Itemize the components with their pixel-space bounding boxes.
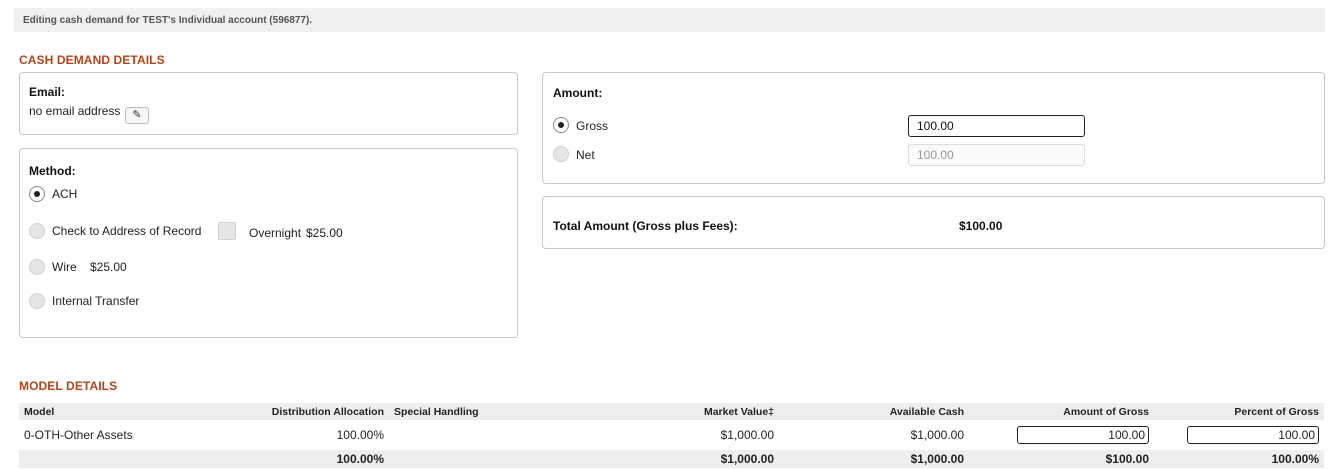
method-internal-transfer-label: Internal Transfer [52, 294, 140, 308]
edit-email-button[interactable]: ✎ [125, 107, 149, 124]
email-label: Email: [29, 85, 66, 99]
cell-market-value: $1,000.00 [720, 428, 774, 442]
table-row: 0-OTH-Other Assets 100.00% $1,000.00 $1,… [19, 420, 1324, 450]
col-header-percent-of-gross: Percent of Gross [1154, 403, 1324, 420]
overnight-checkbox[interactable] [218, 222, 236, 240]
total-available-cash: $1,000.00 [779, 450, 969, 468]
total-amount-card: Total Amount (Gross plus Fees): $100.00 [542, 196, 1325, 249]
total-amount-value: $100.00 [959, 219, 1003, 233]
total-allocation: 100.00% [189, 450, 389, 468]
col-header-model: Model [19, 403, 189, 420]
method-wire-label: Wire [52, 260, 77, 274]
model-details-table: Model Distribution Allocation Special Ha… [19, 403, 1324, 468]
email-value: no email address [29, 104, 121, 118]
cash-demand-section-title: CASH DEMAND DETAILS [19, 53, 165, 67]
col-header-market-value: Market Value‡ [579, 403, 779, 420]
gross-amount-input[interactable] [908, 115, 1085, 137]
pencil-icon: ✎ [132, 109, 142, 121]
method-label: Method: [29, 164, 76, 178]
method-internal-transfer-radio[interactable] [29, 293, 45, 309]
col-header-available-cash: Available Cash [779, 403, 969, 420]
method-ach-radio[interactable] [29, 186, 45, 202]
amount-gross-label: Gross [576, 119, 609, 133]
model-details-section-title: MODEL DETAILS [19, 379, 118, 393]
amount-net-label: Net [576, 148, 595, 162]
method-check-label: Check to Address of Record [52, 224, 202, 238]
overnight-label: Overnight [249, 226, 302, 240]
total-special-handling [389, 450, 579, 468]
method-card: Method: ACH Check to Address of Record O… [19, 148, 518, 338]
net-amount-input[interactable] [908, 144, 1085, 166]
col-header-distribution-allocation: Distribution Allocation [189, 403, 389, 420]
cell-available-cash: $1,000.00 [910, 428, 964, 442]
cell-model: 0-OTH-Other Assets [24, 428, 133, 442]
amount-of-gross-input[interactable]: 100.00 [1017, 426, 1149, 444]
method-wire-fee: $25.00 [90, 260, 127, 274]
amount-card: Amount: Gross Net [542, 72, 1325, 184]
table-header-row: Model Distribution Allocation Special Ha… [19, 403, 1324, 420]
amount-net-radio[interactable] [553, 146, 569, 162]
email-card: Email: no email address ✎ [19, 72, 518, 135]
cell-special-handling [389, 420, 579, 450]
overnight-fee: $25.00 [306, 226, 343, 240]
col-header-special-handling: Special Handling [389, 403, 579, 420]
total-amount-of-gross: $100.00 [969, 450, 1154, 468]
total-percent-of-gross: 100.00% [1154, 450, 1324, 468]
method-ach-label: ACH [52, 187, 78, 201]
amount-gross-radio[interactable] [553, 117, 569, 133]
cell-allocation: 100.00% [336, 428, 384, 442]
amount-label: Amount: [553, 86, 603, 100]
totals-row: 100.00% $1,000.00 $1,000.00 $100.00 100.… [19, 450, 1324, 468]
method-check-radio[interactable] [29, 223, 45, 239]
editing-banner: Editing cash demand for TEST's Individua… [14, 8, 1325, 32]
method-wire-radio[interactable] [29, 259, 45, 275]
total-amount-label: Total Amount (Gross plus Fees): [553, 219, 738, 233]
percent-of-gross-input[interactable]: 100.00 [1187, 426, 1319, 444]
total-market-value: $1,000.00 [579, 450, 779, 468]
col-header-amount-of-gross: Amount of Gross [969, 403, 1154, 420]
total-model [19, 450, 189, 468]
